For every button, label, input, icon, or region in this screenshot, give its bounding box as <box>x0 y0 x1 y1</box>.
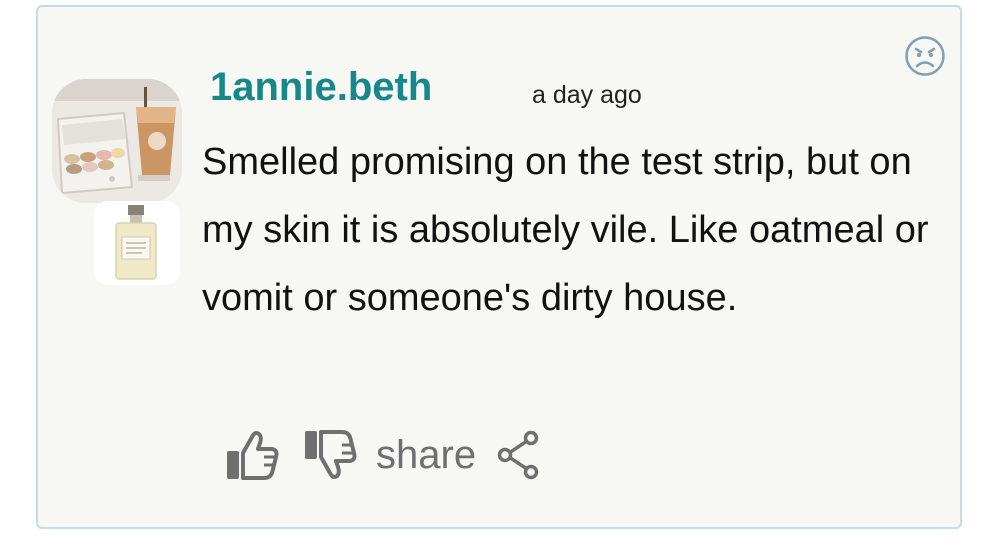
avatar-image <box>52 79 182 203</box>
review-text: Smelled promising on the test strip, but… <box>202 141 929 319</box>
timestamp: a day ago <box>532 81 642 109</box>
perfume-bottle-image <box>94 201 180 285</box>
thumbs-up-icon <box>227 431 279 480</box>
review-actions: share <box>224 425 540 485</box>
sad-face-icon <box>904 35 946 77</box>
product-thumbnail[interactable] <box>94 201 180 285</box>
thumbs-down-icon <box>305 430 357 479</box>
like-button[interactable] <box>224 429 302 481</box>
share-icon <box>497 430 539 480</box>
share-button[interactable]: share <box>376 430 540 480</box>
username[interactable]: 1annie.beth <box>210 67 432 107</box>
user-avatar[interactable] <box>52 79 182 203</box>
dislike-button[interactable] <box>302 429 376 481</box>
review-card: 1annie.beth a day ago Smelled promising … <box>36 5 962 529</box>
share-label: share <box>376 433 477 477</box>
